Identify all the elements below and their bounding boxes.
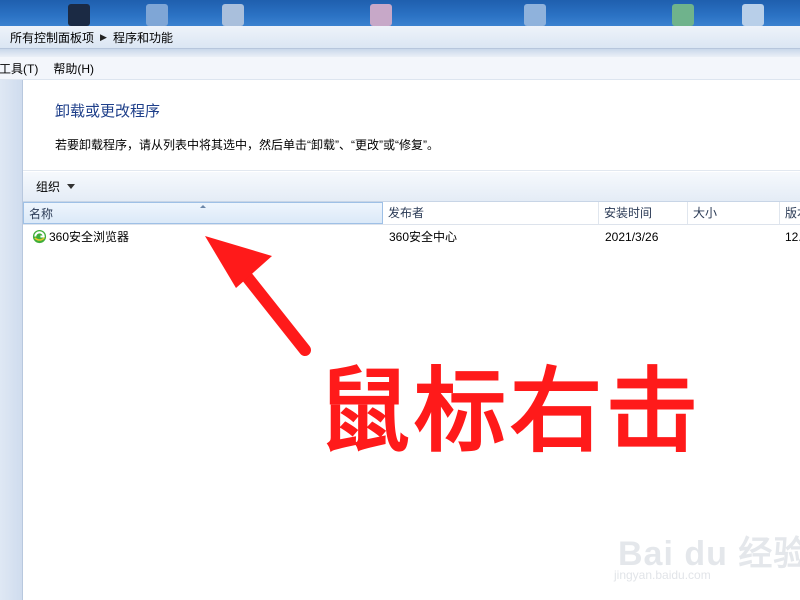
red-arrow-icon xyxy=(205,236,311,356)
baidu-jingyan-watermark: Bai du 经验 jingyan.baidu.com xyxy=(608,518,800,598)
watermark-url: jingyan.baidu.com xyxy=(614,568,711,582)
annotation-right-click-text: 鼠标右击 xyxy=(318,357,703,465)
